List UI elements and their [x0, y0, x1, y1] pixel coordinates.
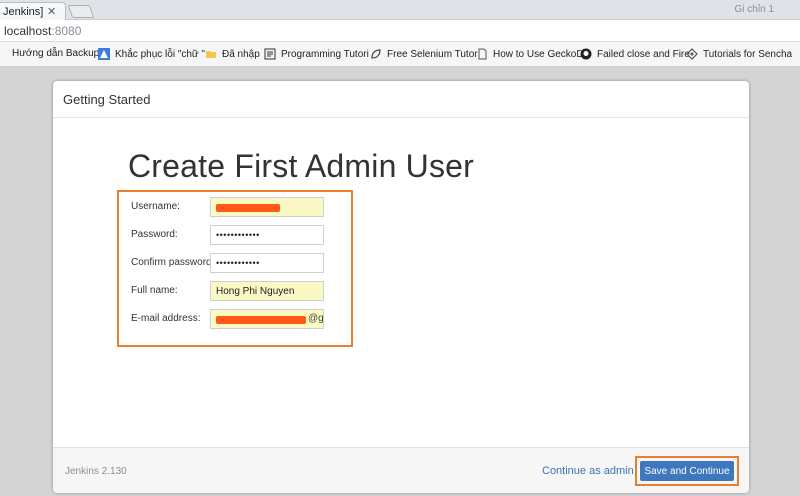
version-label: Jenkins 2.130: [65, 466, 127, 477]
github-icon: [580, 48, 592, 60]
username-label: Username:: [131, 201, 180, 212]
confirm-password-row: Confirm password: ••••••••••••: [131, 253, 353, 275]
url-text[interactable]: localhost:8080: [4, 24, 81, 38]
button-highlight: Save and Continue: [635, 456, 739, 486]
bookmark-item[interactable]: Failed close and Fire: [580, 48, 690, 60]
full-name-field[interactable]: Hong Phi Nguyen: [210, 281, 324, 301]
bookmark-item[interactable]: Programming Tutori: [264, 48, 369, 60]
bookmark-label: How to Use GeckoD: [493, 49, 584, 60]
continue-as-admin-link[interactable]: Continue as admin: [542, 465, 634, 477]
bookmarks-bar: Hướng dẫn Backup Khắc phục lỗi "chữ " Đã…: [0, 42, 800, 67]
email-field[interactable]: @g: [210, 309, 324, 329]
bookmark-label: Khắc phục lỗi "chữ ": [115, 49, 205, 60]
email-label: E-mail address:: [131, 313, 200, 324]
url-port: :8080: [51, 24, 81, 38]
window-user-label: Gi chỉn 1: [735, 4, 774, 15]
full-name-row: Full name: Hong Phi Nguyen: [131, 281, 353, 303]
new-tab-button[interactable]: [68, 5, 95, 18]
browser-tab[interactable]: Jenkins] ✕: [0, 2, 66, 20]
page-title: Create First Admin User: [128, 148, 474, 185]
page-icon: [476, 48, 488, 60]
confirm-password-label: Confirm password:: [131, 257, 214, 268]
password-row: Password: ••••••••••••: [131, 225, 353, 247]
email-tail: @g: [308, 313, 324, 324]
full-name-label: Full name:: [131, 285, 178, 296]
dialog-header: Getting Started: [53, 81, 749, 118]
confirm-password-field[interactable]: ••••••••••••: [210, 253, 324, 273]
setup-dialog: Getting Started Create First Admin User …: [53, 81, 749, 493]
bookmark-item[interactable]: Đã nhập: [205, 48, 260, 60]
dialog-body: Create First Admin User Username: Passwo…: [53, 118, 749, 448]
bookmark-item[interactable]: Free Selenium Tutor: [370, 48, 478, 60]
url-host: localhost: [4, 24, 51, 38]
bookmark-label: Programming Tutori: [281, 49, 369, 60]
username-field[interactable]: [210, 197, 324, 217]
leaf-icon: [370, 48, 382, 60]
tab-title: Jenkins]: [3, 6, 43, 18]
address-bar[interactable]: localhost:8080: [0, 20, 800, 42]
folder-icon: [205, 48, 217, 60]
bookmark-label: Hướng dẫn Backup: [12, 48, 99, 59]
triangle-icon: [98, 48, 110, 60]
bookmark-item[interactable]: Khắc phục lỗi "chữ ": [98, 48, 205, 60]
bookmark-item[interactable]: Tutorials for Sencha: [686, 48, 792, 60]
diamond-icon: [686, 48, 698, 60]
username-row: Username:: [131, 197, 353, 219]
bookmark-item[interactable]: Hướng dẫn Backup: [12, 48, 99, 59]
bookmark-item[interactable]: How to Use GeckoD: [476, 48, 584, 60]
browser-tab-strip: Jenkins] ✕ Gi chỉn 1: [0, 0, 800, 20]
redaction-mark: [216, 204, 280, 212]
dialog-footer: Jenkins 2.130 Continue as admin Save and…: [53, 447, 749, 493]
bookmark-label: Đã nhập: [222, 49, 260, 60]
save-and-continue-button[interactable]: Save and Continue: [640, 461, 734, 481]
admin-user-form: Username: Password: •••••••••••• Confirm…: [117, 190, 353, 347]
redaction-mark: [216, 316, 306, 324]
bookmark-label: Free Selenium Tutor: [387, 49, 478, 60]
bookmark-label: Tutorials for Sencha: [703, 49, 792, 60]
email-row: E-mail address: @g: [131, 309, 353, 331]
book-icon: [264, 48, 276, 60]
page-background: Getting Started Create First Admin User …: [0, 67, 800, 496]
close-icon[interactable]: ✕: [47, 5, 56, 18]
bookmark-label: Failed close and Fire: [597, 49, 690, 60]
password-field[interactable]: ••••••••••••: [210, 225, 324, 245]
password-label: Password:: [131, 229, 178, 240]
